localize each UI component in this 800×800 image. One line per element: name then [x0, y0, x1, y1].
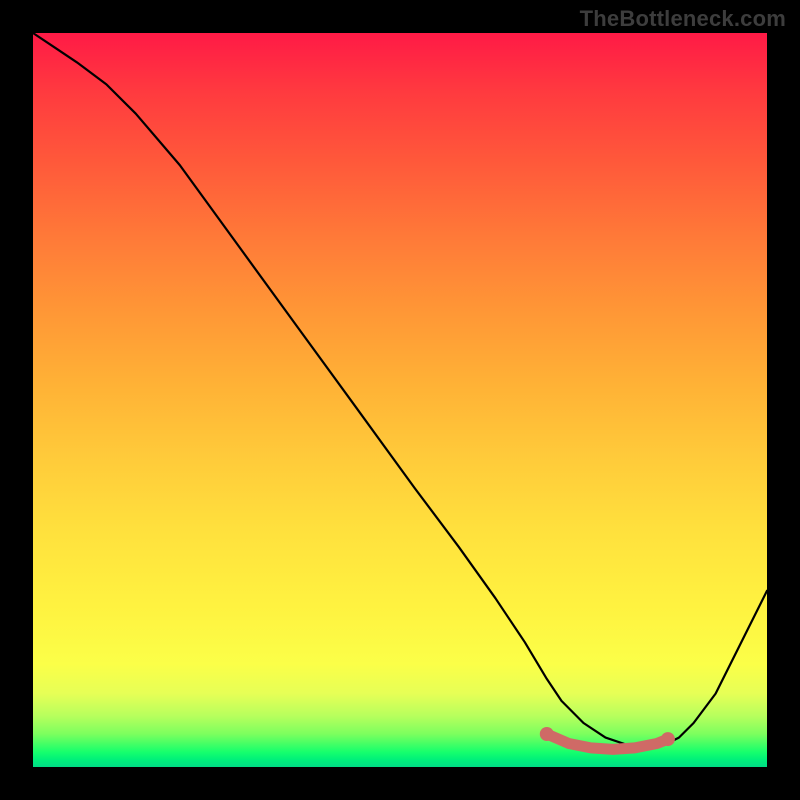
- chart-frame: TheBottleneck.com: [0, 0, 800, 800]
- optimal-range-endpoint: [540, 727, 554, 741]
- bottleneck-curve: [33, 33, 767, 749]
- optimal-range-line: [547, 734, 668, 749]
- watermark-text: TheBottleneck.com: [580, 6, 786, 32]
- curve-svg: [33, 33, 767, 767]
- plot-area: [33, 33, 767, 767]
- optimal-range-endpoint: [661, 732, 675, 746]
